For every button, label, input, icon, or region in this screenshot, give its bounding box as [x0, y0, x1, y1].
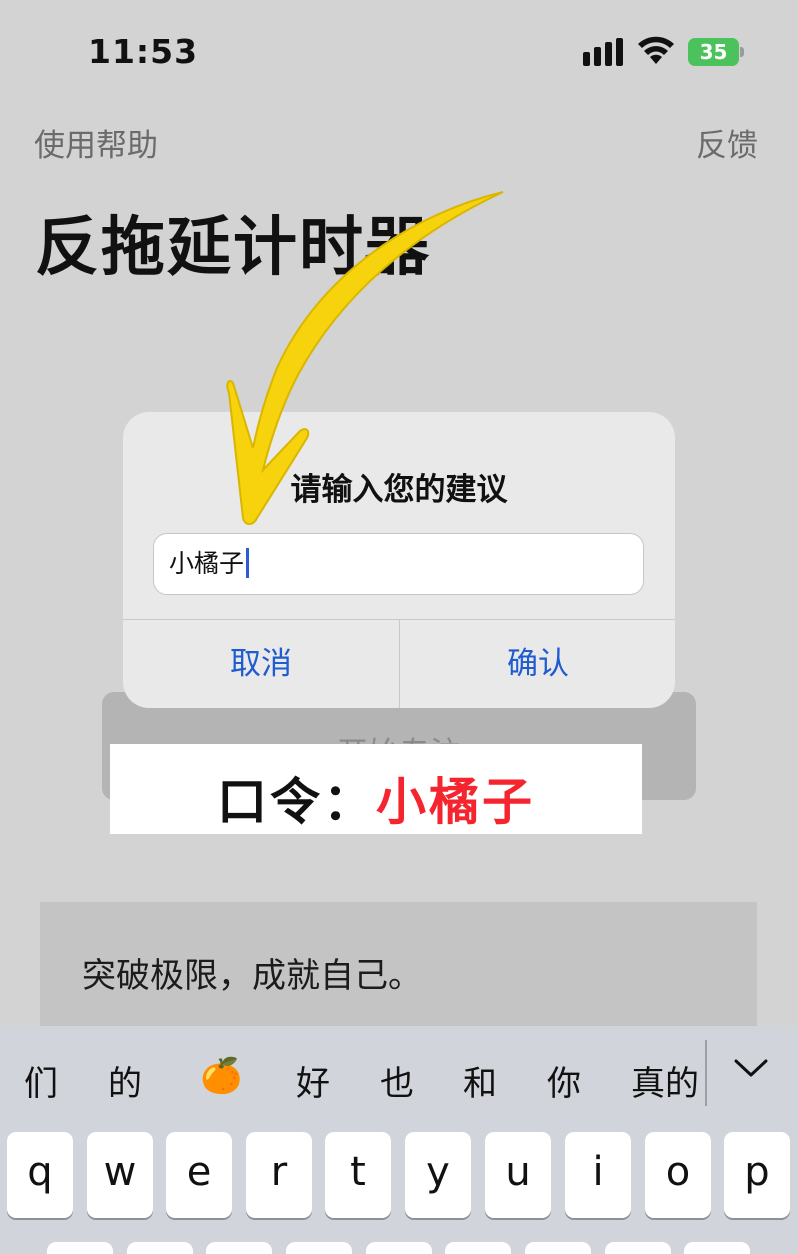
keyboard-key[interactable]: [684, 1242, 750, 1254]
status-time: 11:53: [88, 32, 199, 71]
keyboard-key[interactable]: [525, 1242, 591, 1254]
candidate-word[interactable]: 们: [24, 1056, 58, 1105]
help-link[interactable]: 使用帮助: [34, 120, 158, 165]
keyboard-key[interactable]: [605, 1242, 671, 1254]
keyboard-key[interactable]: [47, 1242, 113, 1254]
quote-text: 突破极限，成就自己。: [82, 956, 422, 996]
key-u[interactable]: u: [485, 1132, 551, 1218]
key-o[interactable]: o: [645, 1132, 711, 1218]
keyboard-key[interactable]: [206, 1242, 272, 1254]
cancel-button[interactable]: 取消: [123, 620, 399, 708]
key-y[interactable]: y: [405, 1132, 471, 1218]
yellow-arrow-icon: [226, 191, 504, 525]
candidate-word[interactable]: 和: [463, 1056, 497, 1105]
suggestion-input-value: 小橘子: [169, 549, 245, 578]
text-caret: [246, 548, 250, 578]
candidate-word[interactable]: 的: [108, 1056, 142, 1105]
suggestion-input[interactable]: 小橘子: [153, 533, 644, 595]
keyboard-key[interactable]: [445, 1242, 511, 1254]
password-label: 口令：: [217, 773, 376, 831]
candidate-word[interactable]: 好: [296, 1056, 330, 1105]
battery-level: 35: [688, 38, 739, 66]
candidate-word[interactable]: 真的: [631, 1056, 699, 1105]
keyboard-key[interactable]: [286, 1242, 352, 1254]
chevron-down-icon[interactable]: [733, 1056, 769, 1080]
password-value: 小橘子: [376, 773, 535, 831]
wifi-icon: [638, 36, 674, 64]
password-banner: 口令：小橘子: [110, 744, 642, 834]
candidate-word[interactable]: 🍊: [200, 1056, 242, 1096]
keyboard: 们 的 🍊 好 也 和 你 真的 q w e r t y u i o p: [0, 1026, 798, 1254]
key-t[interactable]: t: [325, 1132, 391, 1218]
key-p[interactable]: p: [724, 1132, 790, 1218]
cellular-signal-icon: [583, 38, 623, 66]
keyboard-key[interactable]: [366, 1242, 432, 1254]
candidate-word[interactable]: 也: [380, 1056, 414, 1105]
key-w[interactable]: w: [87, 1132, 153, 1218]
key-e[interactable]: e: [166, 1132, 232, 1218]
keyboard-key[interactable]: [127, 1242, 193, 1254]
candidate-divider: [705, 1040, 707, 1106]
battery-icon: 35: [688, 38, 744, 66]
candidate-word[interactable]: 你: [547, 1056, 581, 1105]
confirm-button[interactable]: 确认: [400, 620, 675, 708]
key-i[interactable]: i: [565, 1132, 631, 1218]
quote-card: 突破极限，成就自己。: [40, 902, 757, 1042]
key-q[interactable]: q: [7, 1132, 73, 1218]
feedback-link[interactable]: 反馈: [696, 120, 758, 165]
key-r[interactable]: r: [246, 1132, 312, 1218]
